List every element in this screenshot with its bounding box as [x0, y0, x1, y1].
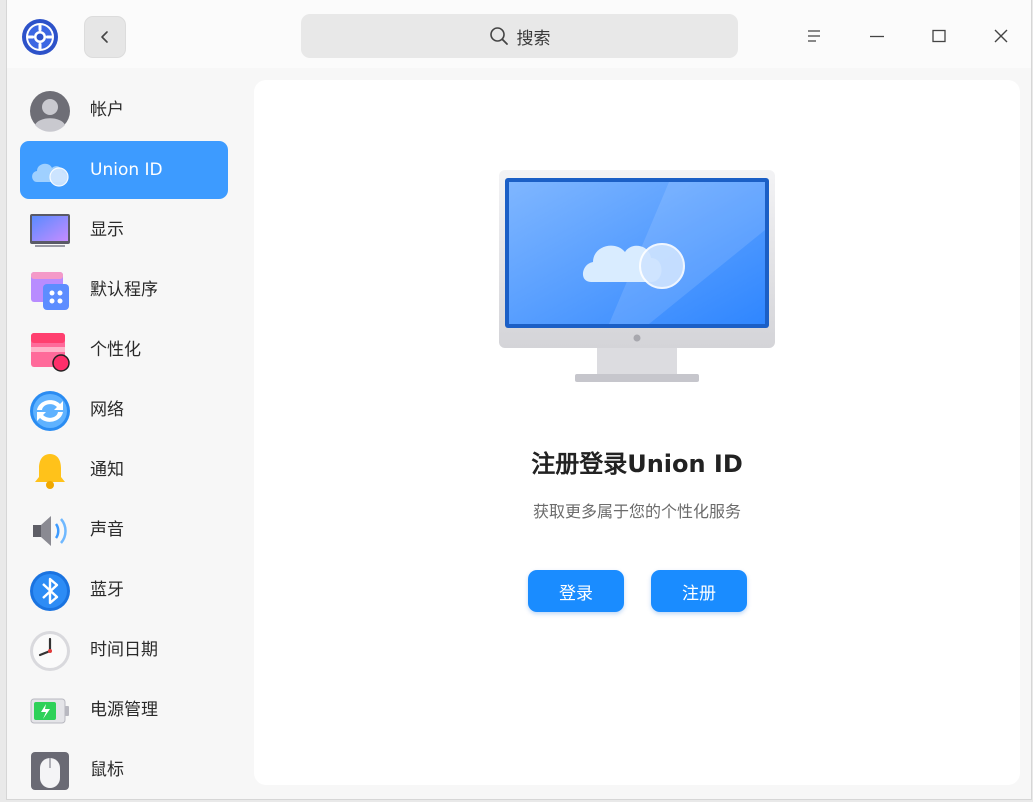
control-center-window: 搜索 帐户 Union ID 显示 默认程序 个性化 网络 通知 声音 蓝牙 时…	[6, 0, 1032, 800]
titlebar: 搜索	[7, 0, 1031, 68]
sidebar-item-personalization[interactable]: 个性化	[20, 321, 228, 379]
minimize-button[interactable]	[861, 20, 893, 52]
sidebar-item-label: 时间日期	[90, 640, 158, 660]
sidebar-item-default-apps[interactable]: 默认程序	[20, 261, 228, 319]
mouse-icon	[31, 752, 69, 790]
sidebar-item-account[interactable]: 帐户	[20, 81, 228, 139]
cloud-icon	[32, 163, 69, 187]
default-apps-icon	[31, 272, 69, 310]
page-subtitle: 获取更多属于您的个性化服务	[532, 502, 741, 521]
sidebar-item-label: 帐户	[90, 100, 124, 120]
sidebar-item-bluetooth[interactable]: 蓝牙	[20, 561, 228, 619]
sidebar-item-union-id[interactable]: Union ID	[20, 141, 228, 199]
speaker-icon	[33, 516, 67, 546]
account-avatar-icon	[30, 91, 70, 132]
sidebar-item-label: Union ID	[90, 160, 163, 180]
monitor-cloud-illustration	[499, 170, 775, 382]
sidebar-item-datetime[interactable]: 时间日期	[20, 621, 228, 679]
close-button[interactable]	[985, 20, 1017, 52]
sidebar-item-display[interactable]: 显示	[20, 201, 228, 259]
maximize-icon	[932, 29, 946, 43]
union-id-panel: 注册登录Union ID 获取更多属于您的个性化服务 登录 注册	[254, 80, 1020, 785]
sidebar-item-label: 个性化	[90, 340, 141, 360]
sidebar-item-power[interactable]: 电源管理	[20, 681, 228, 739]
sidebar-item-label: 网络	[90, 400, 124, 420]
register-button[interactable]: 注册	[651, 570, 747, 612]
sidebar-item-label: 蓝牙	[90, 580, 124, 600]
battery-icon	[30, 698, 69, 724]
maximize-button[interactable]	[923, 20, 955, 52]
sidebar-item-label: 显示	[90, 220, 124, 240]
sidebar-item-label: 默认程序	[90, 280, 158, 300]
sidebar-item-label: 鼠标	[90, 760, 124, 780]
close-icon	[994, 29, 1008, 43]
menu-button[interactable]	[798, 20, 830, 52]
sidebar-item-mouse[interactable]: 鼠标	[20, 741, 228, 799]
control-center-gear-icon[interactable]	[21, 18, 59, 56]
bell-icon	[35, 454, 65, 489]
chevron-left-icon	[101, 31, 108, 43]
hamburger-menu-icon	[808, 30, 820, 42]
sidebar-item-network[interactable]: 网络	[20, 381, 228, 439]
sidebar-item-label: 声音	[90, 520, 124, 540]
page-title: 注册登录Union ID	[531, 450, 743, 478]
sidebar: 帐户 Union ID 显示 默认程序 个性化 网络 通知 声音 蓝牙 时间日期…	[7, 68, 242, 799]
sidebar-item-label: 通知	[90, 460, 124, 480]
login-button[interactable]: 登录	[528, 570, 624, 612]
personalization-icon	[31, 333, 70, 372]
minimize-icon	[870, 35, 884, 38]
sidebar-item-sound[interactable]: 声音	[20, 501, 228, 559]
sidebar-item-notifications[interactable]: 通知	[20, 441, 228, 499]
network-icon	[30, 391, 70, 431]
search-placeholder: 搜索	[516, 28, 551, 49]
search-icon	[489, 27, 508, 45]
clock-icon	[30, 631, 70, 671]
sidebar-item-label: 电源管理	[90, 700, 158, 720]
display-icon	[30, 214, 70, 247]
search-input[interactable]: 搜索	[301, 14, 738, 58]
back-button[interactable]	[84, 16, 126, 58]
bluetooth-icon	[30, 571, 70, 611]
